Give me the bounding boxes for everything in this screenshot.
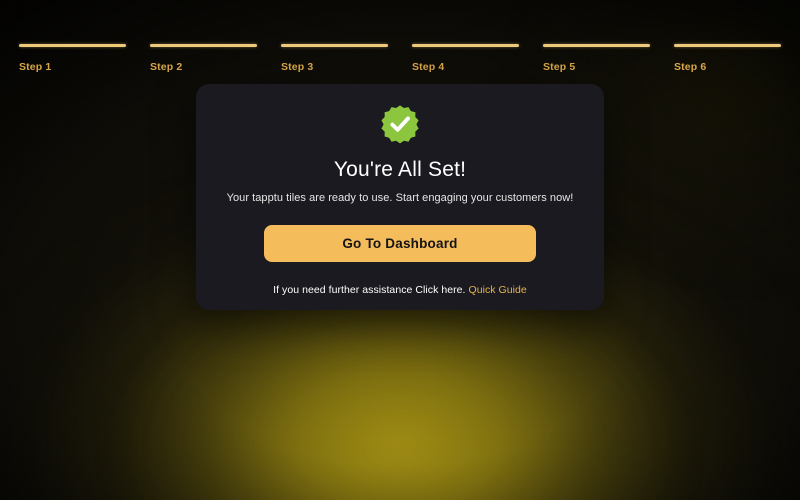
- stepper-item-6[interactable]: Step 6: [674, 44, 781, 73]
- step-progress-bar: [150, 44, 257, 47]
- step-label: Step 1: [19, 61, 52, 73]
- verified-check-badge-icon: [380, 104, 420, 144]
- step-progress-bar: [19, 44, 126, 47]
- onboarding-stepper: Step 1 Step 2 Step 3 Step 4 Step 5 Step …: [19, 44, 781, 73]
- step-label: Step 6: [674, 61, 707, 73]
- step-label: Step 5: [543, 61, 576, 73]
- stepper-item-4[interactable]: Step 4: [412, 44, 519, 73]
- assistance-footer: If you need further assistance Click her…: [273, 284, 527, 296]
- step-label: Step 2: [150, 61, 183, 73]
- stepper-item-1[interactable]: Step 1: [19, 44, 126, 73]
- stepper-item-3[interactable]: Step 3: [281, 44, 388, 73]
- step-label: Step 4: [412, 61, 445, 73]
- stepper-item-2[interactable]: Step 2: [150, 44, 257, 73]
- card-subtitle: Your tapptu tiles are ready to use. Star…: [226, 192, 574, 204]
- background-glow-bloom: [120, 300, 680, 500]
- step-progress-bar: [543, 44, 650, 47]
- step-progress-bar: [412, 44, 519, 47]
- go-to-dashboard-button[interactable]: Go To Dashboard: [264, 225, 536, 262]
- step-progress-bar: [281, 44, 388, 47]
- page-title: You're All Set!: [333, 158, 467, 181]
- step-label: Step 3: [281, 61, 314, 73]
- step-progress-bar: [674, 44, 781, 47]
- stepper-item-5[interactable]: Step 5: [543, 44, 650, 73]
- assistance-text: If you need further assistance Click her…: [273, 284, 466, 296]
- completion-card: You're All Set! Your tapptu tiles are re…: [196, 84, 604, 310]
- quick-guide-link[interactable]: Quick Guide: [469, 284, 527, 296]
